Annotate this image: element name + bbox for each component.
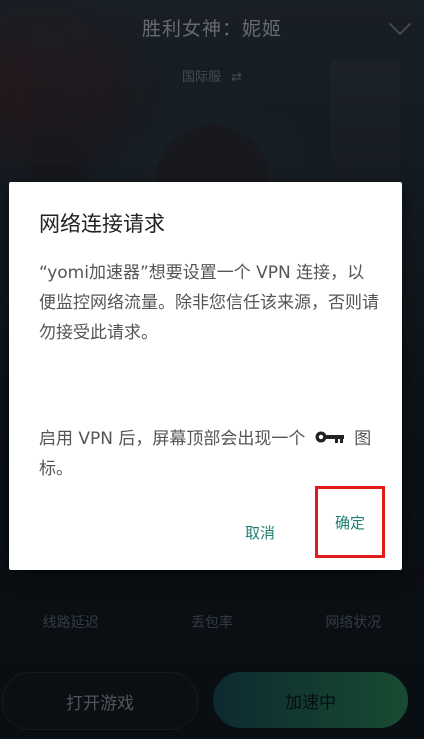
dialog-note: 启用 VPN 后，屏幕顶部会出现一个 图标。 [39,424,384,484]
vpn-request-dialog: 网络连接请求 “yomi加速器”想要设置一个 VPN 连接，以便监控网络流量。除… [9,182,402,570]
dialog-note-text: 启用 VPN 后，屏幕顶部会出现一个 [39,429,306,449]
dialog-title: 网络连接请求 [39,212,165,236]
cancel-button[interactable]: 取消 [245,522,275,543]
confirm-label: 确定 [334,513,365,532]
dialog-message: “yomi加速器”想要设置一个 VPN 连接，以便监控网络流量。除非您信任该来源… [39,263,379,343]
confirm-button[interactable]: 确定 [315,486,385,558]
key-icon [315,424,345,454]
